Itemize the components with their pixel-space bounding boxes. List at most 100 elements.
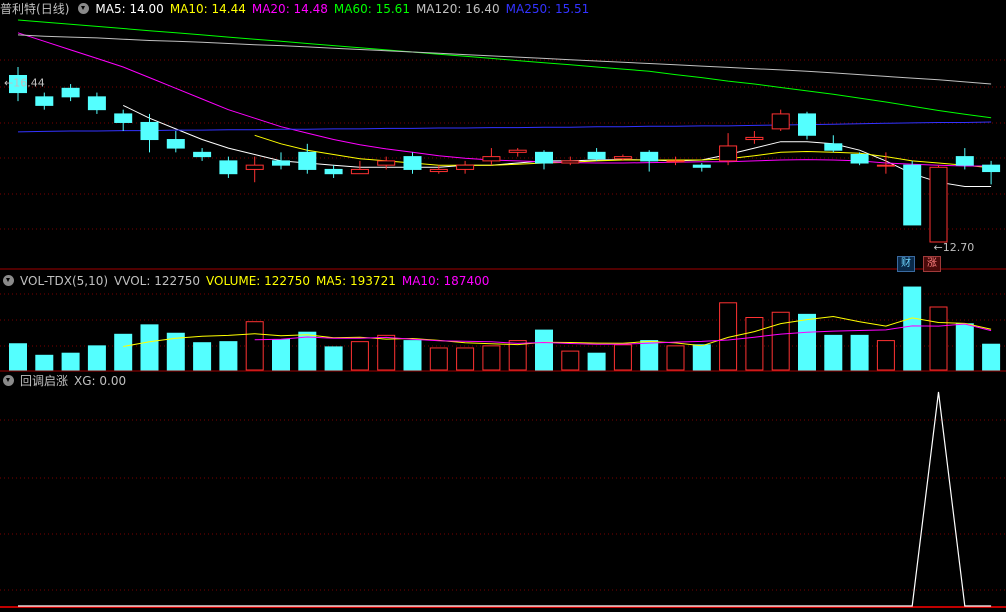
candle: [87, 92, 106, 114]
candle-body: [982, 164, 1001, 173]
volume-bar: [876, 340, 895, 371]
candle: [403, 152, 422, 174]
volume-bar: [587, 352, 606, 371]
candle-body: [193, 151, 212, 158]
candle: [219, 156, 238, 178]
candle: [745, 131, 764, 144]
candle-body: [640, 151, 659, 162]
candle-body: [482, 156, 501, 162]
candle-body: [245, 164, 264, 170]
candle: [114, 109, 133, 131]
candle-body: [298, 151, 317, 170]
volume-bar: [640, 340, 659, 371]
volume-bar: [666, 345, 685, 371]
candle: [719, 133, 738, 166]
signal-chart[interactable]: [0, 372, 1006, 612]
volume-bar: [245, 321, 264, 371]
candle-body: [798, 113, 816, 136]
candle: [903, 160, 922, 226]
candle: [666, 156, 685, 166]
candle: [587, 148, 606, 161]
candle-body: [324, 168, 343, 175]
high-price-label: ←16.44: [4, 76, 45, 89]
volume-panel[interactable]: VOL-TDX(5,10) VVOL: 122750 VOLUME: 122750 M…: [0, 272, 1006, 372]
candle-body: [719, 145, 738, 162]
candle-body: [35, 96, 54, 106]
candle-body: [456, 164, 475, 170]
volume-bar: [535, 329, 553, 371]
candle-body: [587, 151, 606, 160]
xg-signal-line: [18, 391, 992, 607]
candle-body: [745, 136, 764, 141]
volume-bar: [350, 341, 369, 371]
candle-body: [535, 151, 553, 164]
candle: [640, 150, 659, 172]
candle: [535, 150, 553, 170]
volume-bar: [456, 347, 475, 371]
candle: [245, 156, 264, 183]
price-chart[interactable]: ←16.44 ←12.70: [0, 0, 1006, 270]
candle-body: [561, 160, 580, 164]
candle-body: [850, 153, 869, 164]
candle-body: [377, 160, 396, 166]
price-panel[interactable]: 普利特(日线) MA5: 14.00 MA10: 14.44 MA20: 14.48 M…: [0, 0, 1006, 272]
candle-body: [824, 143, 843, 151]
limit-up-badge[interactable]: 涨: [923, 256, 941, 272]
volume-bar: [798, 313, 816, 371]
candle-body: [876, 164, 895, 167]
volume-bar: [955, 323, 974, 371]
ma-line-ma60: [17, 19, 992, 119]
volume-bar: [613, 344, 632, 371]
volume-bar: [903, 286, 922, 371]
volume-bar: [87, 345, 106, 371]
candle-body: [403, 156, 422, 170]
candle: [35, 92, 54, 110]
candle-body: [613, 156, 632, 160]
candle-body: [140, 121, 159, 141]
candle: [456, 160, 475, 174]
candle-body: [508, 149, 527, 153]
candle-body: [272, 160, 290, 166]
candle: [482, 148, 501, 166]
candle-body: [929, 166, 948, 243]
volume-bar: [377, 334, 396, 371]
volume-bar: [745, 317, 764, 371]
candle: [850, 152, 869, 166]
candle: [272, 152, 290, 170]
candle-body: [666, 160, 685, 163]
volume-bar: [692, 344, 711, 371]
volume-bar: [272, 339, 290, 371]
volume-bar: [61, 352, 80, 371]
candle-body: [771, 113, 790, 130]
candle-body: [219, 160, 238, 175]
candle: [166, 131, 185, 153]
candle-body: [114, 113, 133, 123]
volume-bar: [403, 340, 422, 371]
candle-body: [429, 168, 448, 173]
signal-panel[interactable]: 回调启涨 XG: 0.00: [0, 372, 1006, 612]
volume-chart[interactable]: [0, 272, 1006, 372]
volume-bar: [850, 334, 869, 371]
volume-bar: [219, 341, 238, 371]
candle-body: [87, 96, 106, 111]
candle-body: [903, 164, 922, 226]
volume-bar: [35, 354, 54, 371]
candle-body: [350, 168, 369, 175]
volume-bar: [982, 343, 1001, 371]
candle-body: [166, 139, 185, 149]
volume-bar: [824, 334, 843, 371]
volume-bar: [324, 346, 343, 371]
candle: [771, 109, 790, 131]
candle-body: [61, 87, 80, 98]
candle: [798, 111, 816, 140]
volume-bar: [561, 350, 580, 371]
candle-body: [692, 164, 711, 168]
finance-badge[interactable]: 财: [897, 256, 915, 272]
volume-bar: [193, 342, 212, 371]
volume-bar: [140, 324, 159, 371]
candle: [324, 165, 343, 178]
volume-bar: [9, 343, 27, 371]
volume-bar: [429, 347, 448, 371]
low-price-label: ←12.70: [934, 241, 975, 254]
candle: [692, 163, 711, 172]
